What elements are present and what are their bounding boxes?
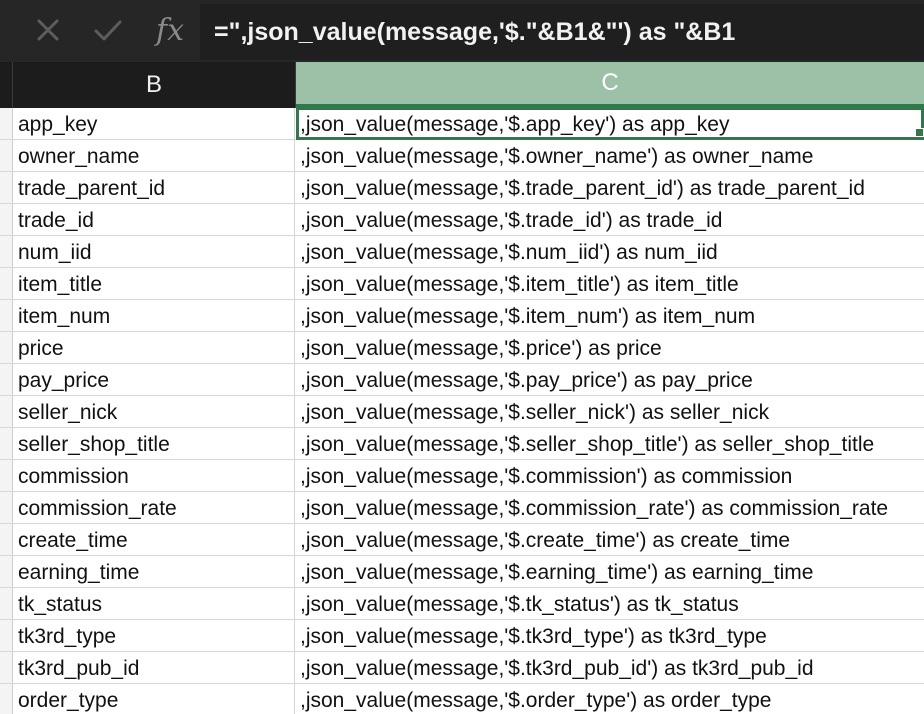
- table-row: pay_price ,json_value(message,'$.pay_pric…: [0, 364, 924, 396]
- cell-b[interactable]: trade_id: [13, 204, 295, 235]
- cell-b[interactable]: item_num: [13, 300, 295, 331]
- row-header[interactable]: [0, 620, 13, 651]
- cell-b[interactable]: pay_price: [13, 364, 295, 395]
- formula-bar: fx =",json_value(message,'$."&B1&"') as …: [0, 0, 924, 62]
- check-icon: [94, 20, 122, 41]
- cell-c[interactable]: ,json_value(message,'$.trade_id') as tra…: [296, 204, 924, 235]
- table-row: owner_name ,json_value(message,'$.owner_n…: [0, 140, 924, 172]
- confirm-formula-button[interactable]: [88, 10, 128, 50]
- table-row: tk3rd_type ,json_value(message,'$.tk3rd_t…: [0, 620, 924, 652]
- cell-c[interactable]: ,json_value(message,'$.seller_shop_title…: [296, 428, 924, 459]
- cell-c[interactable]: ,json_value(message,'$.owner_name') as o…: [296, 140, 924, 171]
- cell-c[interactable]: ,json_value(message,'$.order_type') as o…: [296, 684, 924, 714]
- cell-c[interactable]: ,json_value(message,'$.trade_parent_id')…: [296, 172, 924, 203]
- row-header[interactable]: [0, 396, 13, 427]
- table-row: trade_id ,json_value(message,'$.trade_id'…: [0, 204, 924, 236]
- table-row: item_num ,json_value(message,'$.item_num'…: [0, 300, 924, 332]
- cell-b[interactable]: tk3rd_type: [13, 620, 295, 651]
- row-header[interactable]: [0, 300, 13, 331]
- cell-c[interactable]: ,json_value(message,'$.tk3rd_type') as t…: [296, 620, 924, 651]
- column-header-c[interactable]: C: [296, 62, 924, 108]
- cell-b[interactable]: trade_parent_id: [13, 172, 295, 203]
- cell-c[interactable]: ,json_value(message,'$.create_time') as …: [296, 524, 924, 555]
- cell-b[interactable]: create_time: [13, 524, 295, 555]
- cancel-formula-button[interactable]: [28, 10, 68, 50]
- column-header-b[interactable]: B: [13, 62, 296, 108]
- row-header[interactable]: [0, 588, 13, 619]
- row-header[interactable]: [0, 140, 13, 171]
- row-header[interactable]: [0, 268, 13, 299]
- insert-function-button[interactable]: fx: [148, 10, 192, 50]
- select-all-corner[interactable]: [0, 62, 13, 108]
- x-icon: [37, 19, 59, 41]
- cell-c[interactable]: ,json_value(message,'$.commission') as c…: [296, 460, 924, 491]
- table-row: seller_shop_title ,json_value(message,'$.…: [0, 428, 924, 460]
- selected-cell-c[interactable]: ,json_value(message,'$.app_key') as app_…: [296, 108, 924, 140]
- row-header[interactable]: [0, 172, 13, 203]
- table-row: earning_time ,json_value(message,'$.earni…: [0, 556, 924, 588]
- cell-b[interactable]: app_key: [13, 108, 295, 139]
- table-row: app_key ,json_value(message,'$.app_key') …: [0, 108, 924, 140]
- cell-c[interactable]: ,json_value(message,'$.item_title') as i…: [296, 268, 924, 299]
- row-header[interactable]: [0, 332, 13, 363]
- table-row: tk3rd_pub_id ,json_value(message,'$.tk3rd…: [0, 652, 924, 684]
- cell-c[interactable]: ,json_value(message,'$.num_iid') as num_…: [296, 236, 924, 267]
- cell-b[interactable]: commission: [13, 460, 295, 491]
- table-row: commission_rate ,json_value(message,'$.co…: [0, 492, 924, 524]
- row-header[interactable]: [0, 524, 13, 555]
- table-row: tk_status ,json_value(message,'$.tk_statu…: [0, 588, 924, 620]
- cell-b[interactable]: earning_time: [13, 556, 295, 587]
- cell-b[interactable]: seller_nick: [13, 396, 295, 427]
- table-row: seller_nick ,json_value(message,'$.seller…: [0, 396, 924, 428]
- row-header[interactable]: [0, 236, 13, 267]
- column-header-row: B C: [0, 62, 924, 108]
- table-row: item_title ,json_value(message,'$.item_ti…: [0, 268, 924, 300]
- fill-handle[interactable]: [915, 128, 924, 137]
- row-header[interactable]: [0, 684, 13, 714]
- cell-c[interactable]: ,json_value(message,'$.tk3rd_pub_id') as…: [296, 652, 924, 683]
- cell-b[interactable]: tk_status: [13, 588, 295, 619]
- cell-b[interactable]: order_type: [13, 684, 295, 714]
- table-row: trade_parent_id ,json_value(message,'$.tr…: [0, 172, 924, 204]
- fx-icon: fx: [155, 12, 185, 48]
- cell-c[interactable]: ,json_value(message,'$.earning_time') as…: [296, 556, 924, 587]
- cell-b[interactable]: tk3rd_pub_id: [13, 652, 295, 683]
- table-row: price ,json_value(message,'$.price') as p…: [0, 332, 924, 364]
- cell-c[interactable]: ,json_value(message,'$.pay_price') as pa…: [296, 364, 924, 395]
- cell-b[interactable]: owner_name: [13, 140, 295, 171]
- table-row: order_type ,json_value(message,'$.order_t…: [0, 684, 924, 714]
- cell-b[interactable]: num_iid: [13, 236, 295, 267]
- row-header[interactable]: [0, 492, 13, 523]
- cell-c[interactable]: ,json_value(message,'$.price') as price: [296, 332, 924, 363]
- row-header[interactable]: [0, 460, 13, 491]
- cell-b[interactable]: item_title: [13, 268, 295, 299]
- row-header[interactable]: [0, 108, 13, 139]
- table-row: commission ,json_value(message,'$.commiss…: [0, 460, 924, 492]
- cell-c[interactable]: ,json_value(message,'$.seller_nick') as …: [296, 396, 924, 427]
- formula-input[interactable]: =",json_value(message,'$."&B1&"') as "&B…: [200, 4, 924, 60]
- cell-c[interactable]: ,json_value(message,'$.item_num') as ite…: [296, 300, 924, 331]
- table-row: num_iid ,json_value(message,'$.num_iid') …: [0, 236, 924, 268]
- row-header[interactable]: [0, 428, 13, 459]
- table-row: create_time ,json_value(message,'$.create…: [0, 524, 924, 556]
- row-header[interactable]: [0, 364, 13, 395]
- row-header[interactable]: [0, 652, 13, 683]
- cell-c[interactable]: ,json_value(message,'$.commission_rate')…: [296, 492, 924, 523]
- cell-c[interactable]: ,json_value(message,'$.tk_status') as tk…: [296, 588, 924, 619]
- cell-b[interactable]: price: [13, 332, 295, 363]
- row-header[interactable]: [0, 556, 13, 587]
- cell-b[interactable]: seller_shop_title: [13, 428, 295, 459]
- cell-b[interactable]: commission_rate: [13, 492, 295, 523]
- spreadsheet-grid: app_key ,json_value(message,'$.app_key') …: [0, 108, 924, 714]
- row-header[interactable]: [0, 204, 13, 235]
